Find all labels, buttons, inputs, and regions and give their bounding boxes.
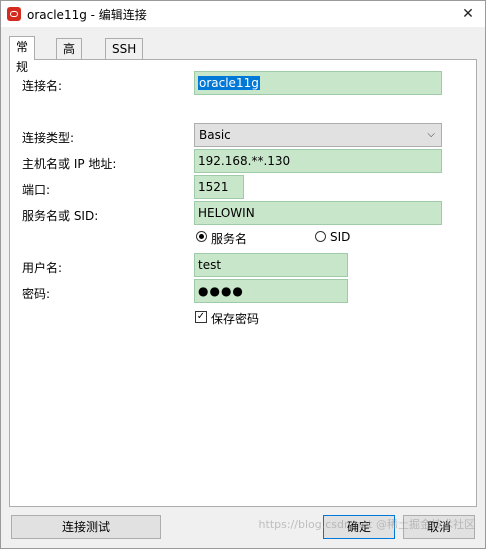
watermark: https://blog.csdn.net @稀土掘金技术社区 [258,518,475,531]
connection-type-label: 连接类型: [22,131,75,145]
save-password-label: 保存密码 [211,312,260,326]
connection-type-select[interactable]: Basic ⌵ [194,123,442,147]
dialog-window: oracle11g - 编辑连接 ✕ 常规 高级 SSH 连接名: oracle… [0,0,486,549]
username-input[interactable]: test [194,253,348,277]
password-input[interactable]: ●●●● [194,279,348,303]
radio-service-name[interactable] [196,231,207,242]
window-title: oracle11g - 编辑连接 [27,8,147,22]
oracle-app-icon [7,7,21,21]
tab-general[interactable]: 常规 [9,36,36,74]
title-bar: oracle11g - 编辑连接 ✕ [1,1,485,27]
test-connection-button[interactable]: 连接测试 [11,515,161,539]
password-label: 密码: [22,287,51,301]
host-label: 主机名或 IP 地址: [22,157,117,171]
radio-sid[interactable] [315,231,326,242]
connection-name-value: oracle11g [198,76,260,90]
connection-name-input[interactable]: oracle11g [194,71,442,95]
port-label: 端口: [22,183,51,197]
chevron-down-icon: ⌵ [427,129,435,140]
general-panel: 连接名: oracle11g 连接类型: Basic ⌵ 主机名或 IP 地址:… [9,59,477,507]
tab-advanced[interactable]: 高级 [56,38,83,76]
tab-ssh[interactable]: SSH [105,38,144,59]
service-input[interactable]: HELOWIN [194,201,442,225]
radio-sid-label: SID [330,230,351,244]
connection-type-value: Basic [199,128,231,142]
close-icon[interactable]: ✕ [457,4,479,24]
username-label: 用户名: [22,261,63,275]
port-input[interactable]: 1521 [194,175,244,199]
save-password-checkbox[interactable]: ✓ [195,311,207,323]
host-input[interactable]: 192.168.**.130 [194,149,442,173]
connection-name-label: 连接名: [22,79,63,93]
radio-service-name-label: 服务名 [211,232,248,246]
service-label: 服务名或 SID: [22,209,99,223]
